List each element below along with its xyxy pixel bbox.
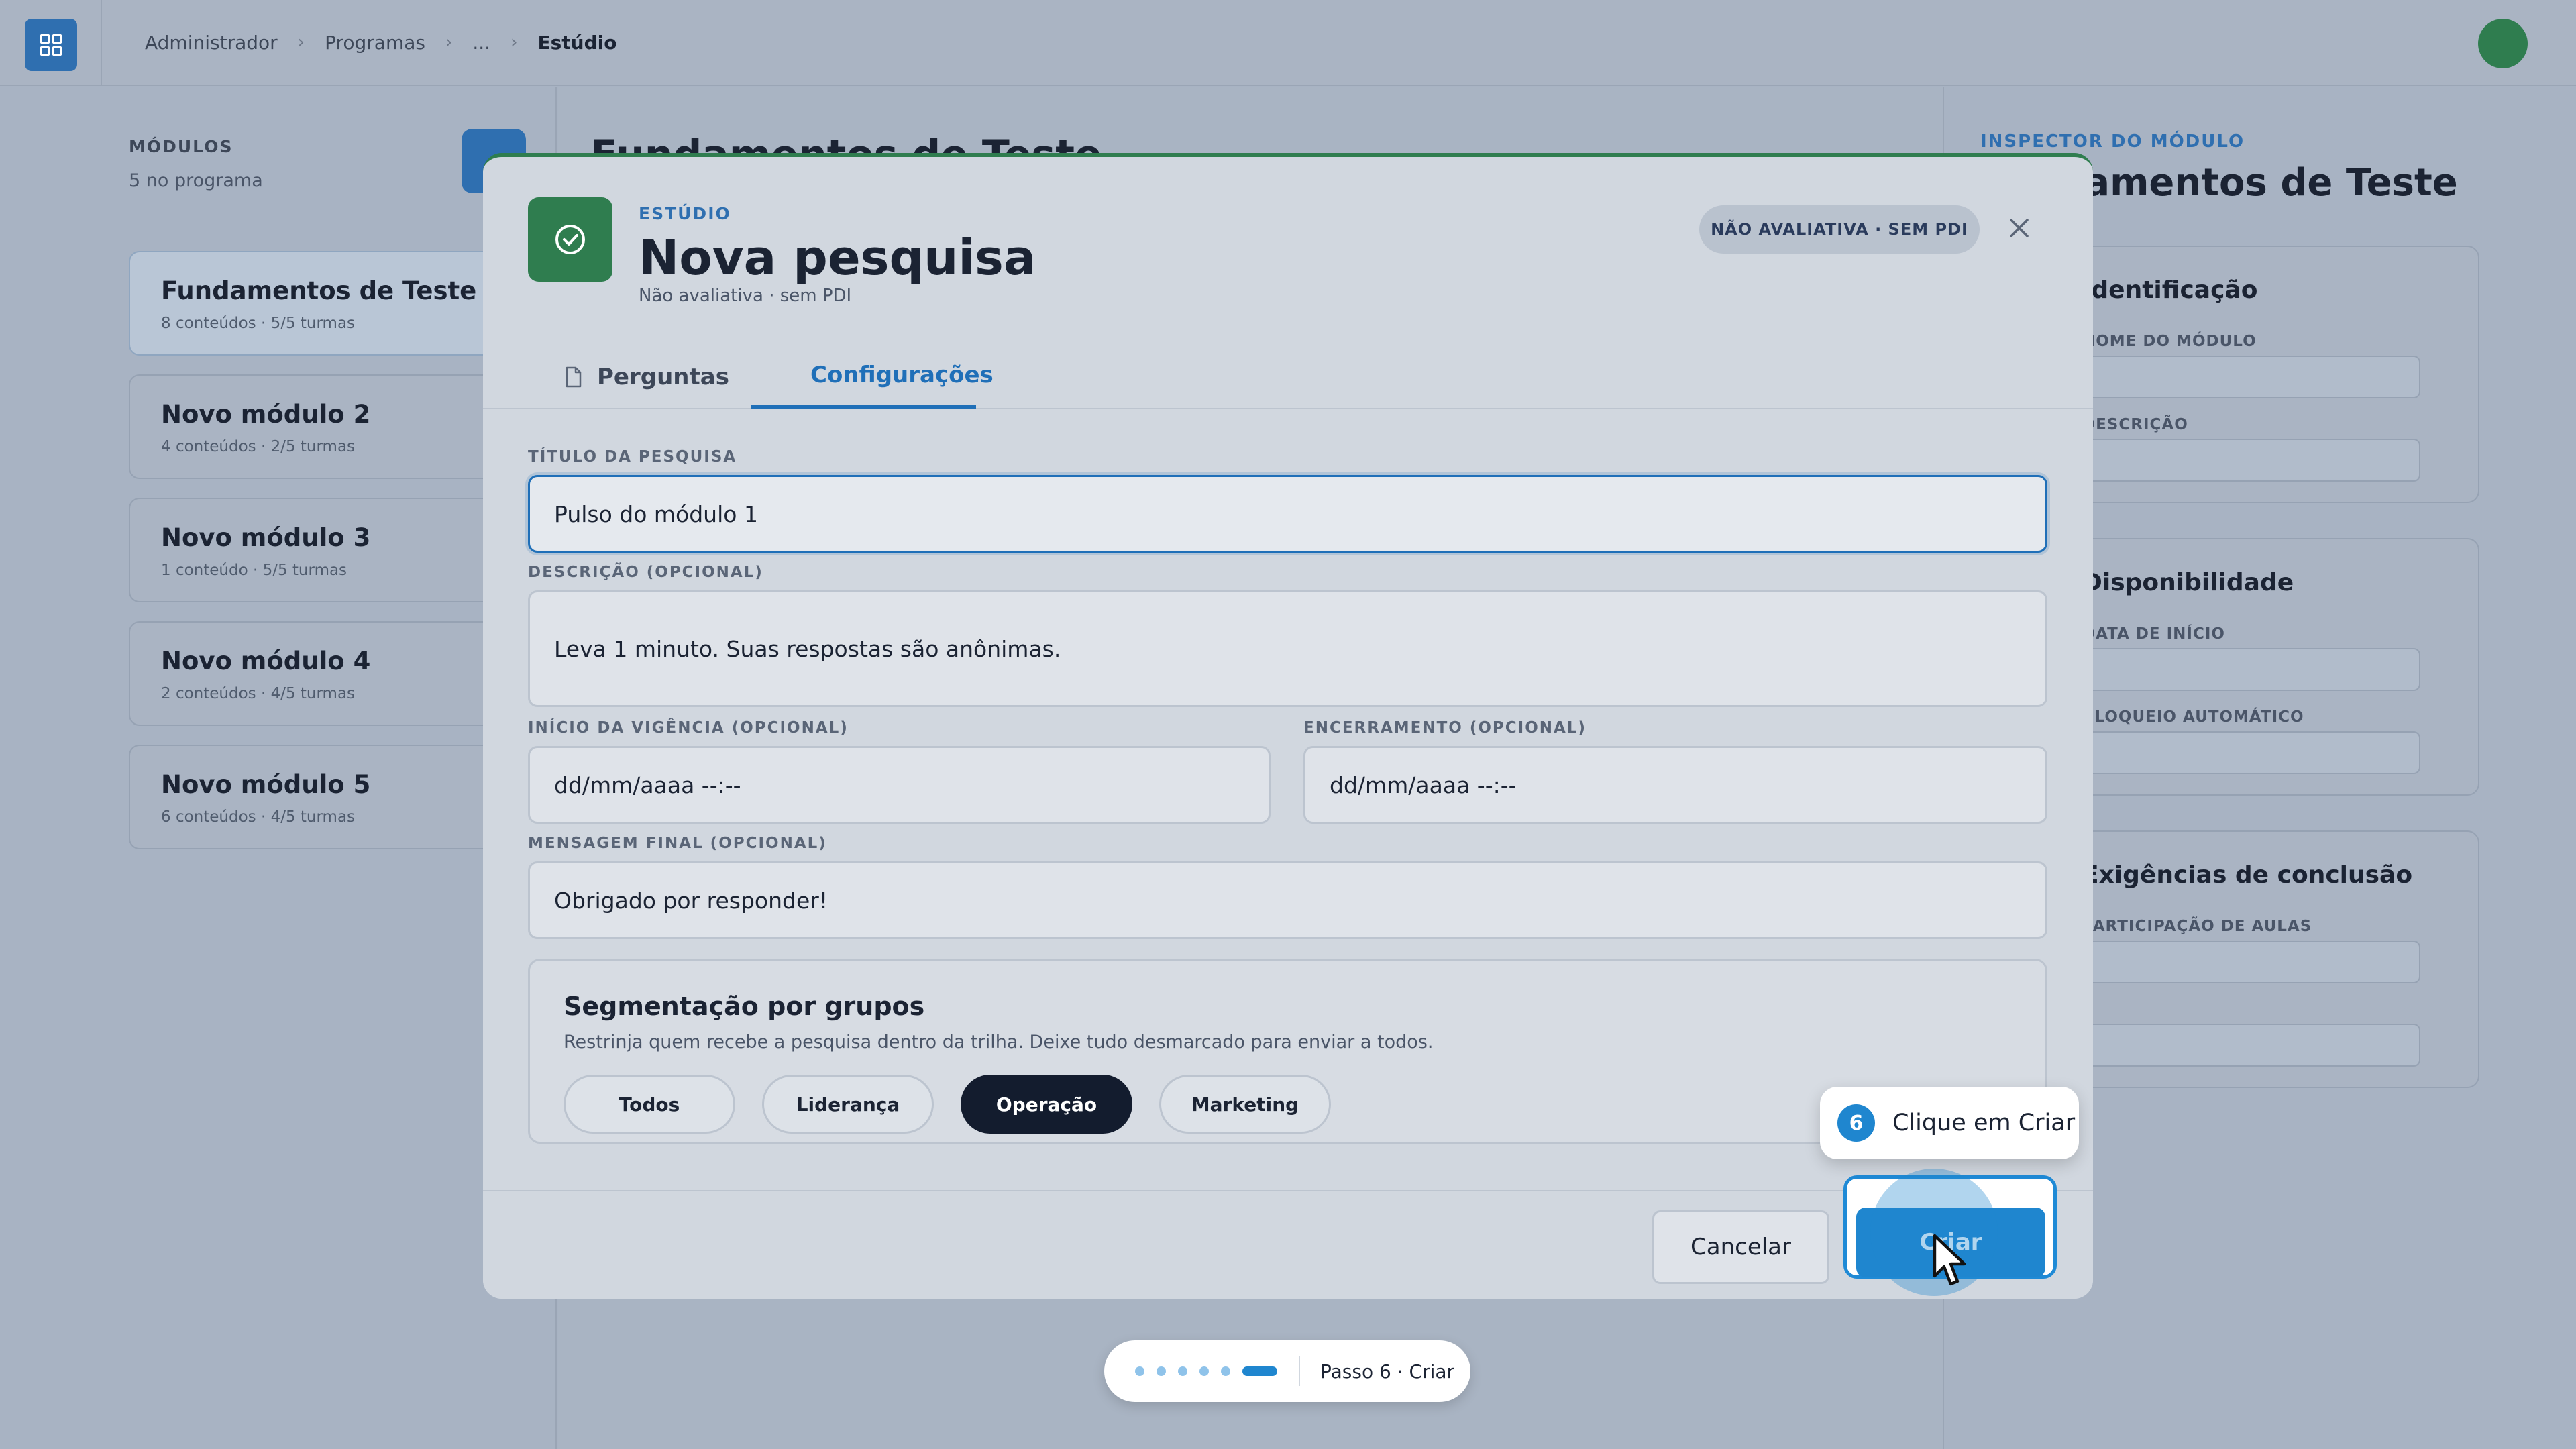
- cancel-button[interactable]: Cancelar: [1652, 1210, 1829, 1284]
- modules-sidebar: MÓDULOS 5 no programa Fundamentos de Tes…: [0, 87, 558, 1449]
- tooltip-text: Clique em Criar: [1892, 1110, 2076, 1136]
- top-bar: Administrador › Programas › ... › Estúdi…: [0, 0, 2576, 86]
- title-field-label: TÍTULO DA PESQUISA: [528, 448, 737, 466]
- app-grid-button[interactable]: [25, 19, 77, 71]
- segmentation-description: Restrinja quem recebe a pesquisa dentro …: [564, 1032, 1434, 1053]
- tutorial-progress: Passo 6 · Criar: [1104, 1340, 1470, 1402]
- status-badge: NÃO AVALIATIVA · SEM PDI: [1699, 205, 1980, 254]
- inspector-field-label: DATA DE INÍCIO: [2082, 625, 2225, 643]
- module-meta: 8 conteúdos · 5/5 turmas: [161, 315, 356, 332]
- module-name: Fundamentos de Teste: [161, 276, 477, 305]
- chevron-right-icon: ›: [511, 32, 518, 52]
- inspector-section-title: Identificação: [2082, 276, 2258, 304]
- progress-dot: [1199, 1366, 1209, 1376]
- topbar-divider: [101, 0, 102, 86]
- inspector-field-label: NOME DO MÓDULO: [2082, 333, 2257, 350]
- document-icon: [566, 366, 582, 388]
- description-field-label: DESCRIÇÃO (OPCIONAL): [528, 564, 763, 581]
- tab-perguntas[interactable]: Perguntas: [565, 345, 729, 409]
- module-meta: 4 conteúdos · 2/5 turmas: [161, 438, 356, 455]
- survey-check-icon: [528, 197, 612, 282]
- module-name: Novo módulo 2: [161, 400, 371, 429]
- module-meta: 6 conteúdos · 4/5 turmas: [161, 808, 356, 826]
- cursor-icon: [1933, 1234, 1966, 1286]
- progress-label: Passo 6 · Criar: [1320, 1360, 1455, 1383]
- group-pill-marketing[interactable]: Marketing: [1159, 1075, 1331, 1134]
- description-textarea[interactable]: Leva 1 minuto. Suas respostas são anônim…: [528, 590, 2047, 707]
- module-meta: 2 conteúdos · 4/5 turmas: [161, 685, 356, 702]
- close-icon: [2010, 219, 2029, 237]
- modules-title: MÓDULOS: [129, 137, 233, 156]
- inspector-input[interactable]: [2082, 731, 2420, 774]
- grid-icon: [40, 34, 62, 56]
- modal-title: Nova pesquisa: [639, 229, 1036, 286]
- chevron-right-icon: ›: [297, 32, 305, 52]
- inspector-field-label: BLOQUEIO AUTOMÁTICO: [2082, 708, 2304, 726]
- progress-dot: [1178, 1366, 1187, 1376]
- inspector-input[interactable]: [2082, 356, 2420, 398]
- inspector-field-label: PARTICIPAÇÃO DE AULAS: [2082, 918, 2312, 935]
- tab-configuracoes[interactable]: Configurações: [751, 345, 994, 409]
- group-pill-lideranca[interactable]: Liderança: [762, 1075, 934, 1134]
- close-button[interactable]: [2000, 209, 2038, 247]
- breadcrumb: Administrador › Programas › ... › Estúdi…: [145, 27, 616, 58]
- inspector-input[interactable]: [2082, 941, 2420, 983]
- inspector-input[interactable]: [2082, 648, 2420, 691]
- modal-eyebrow: ESTÚDIO: [639, 204, 731, 223]
- breadcrumb-item[interactable]: ...: [472, 32, 490, 54]
- inspector-field-label: DESCRIÇÃO: [2082, 416, 2188, 433]
- module-meta: 1 conteúdo · 5/5 turmas: [161, 561, 347, 579]
- breadcrumb-item[interactable]: Administrador: [145, 32, 278, 54]
- modal-subtitle: Não avaliativa · sem PDI: [639, 286, 852, 306]
- step-number-badge: 6: [1837, 1104, 1875, 1142]
- start-date-label: INÍCIO DA VIGÊNCIA (OPCIONAL): [528, 719, 849, 737]
- progress-divider: [1299, 1356, 1300, 1386]
- start-date-input[interactable]: dd/mm/aaaa --:--: [528, 746, 1271, 824]
- progress-dot-current: [1242, 1366, 1277, 1376]
- segmentation-title: Segmentação por grupos: [564, 991, 925, 1021]
- group-pill-operacao[interactable]: Operação: [961, 1075, 1132, 1134]
- module-name: Novo módulo 3: [161, 523, 371, 552]
- inspector-input[interactable]: [2082, 1024, 2420, 1067]
- inspector-input[interactable]: [2082, 439, 2420, 482]
- inspector-label: INSPECTOR DO MÓDULO: [1980, 131, 2245, 152]
- breadcrumb-current: Estúdio: [537, 31, 617, 54]
- breadcrumb-item[interactable]: Programas: [325, 32, 425, 54]
- tab-label: Configurações: [810, 362, 994, 388]
- final-message-input[interactable]: Obrigado por responder!: [528, 861, 2047, 939]
- inspector-section-title: Disponibilidade: [2082, 569, 2294, 596]
- end-date-input[interactable]: dd/mm/aaaa --:--: [1303, 746, 2047, 824]
- modal-tabs: Perguntas Configurações: [483, 345, 2093, 409]
- modules-count: 5 no programa: [129, 170, 263, 191]
- progress-dot: [1221, 1366, 1230, 1376]
- tutorial-tooltip: 6 Clique em Criar: [1820, 1087, 2079, 1159]
- progress-dot: [1135, 1366, 1144, 1376]
- final-message-label: MENSAGEM FINAL (OPCIONAL): [528, 835, 827, 852]
- survey-title-input[interactable]: Pulso do módulo 1: [528, 475, 2047, 553]
- group-pill-todos[interactable]: Todos: [564, 1075, 735, 1134]
- tab-label: Perguntas: [597, 364, 729, 390]
- progress-dot: [1157, 1366, 1166, 1376]
- avatar[interactable]: [2478, 19, 2528, 68]
- module-name: Novo módulo 4: [161, 647, 371, 676]
- end-date-label: ENCERRAMENTO (OPCIONAL): [1303, 719, 1587, 737]
- module-name: Novo módulo 5: [161, 770, 371, 799]
- chevron-right-icon: ›: [445, 32, 453, 52]
- inspector-section-title: Exigências de conclusão: [2082, 861, 2413, 889]
